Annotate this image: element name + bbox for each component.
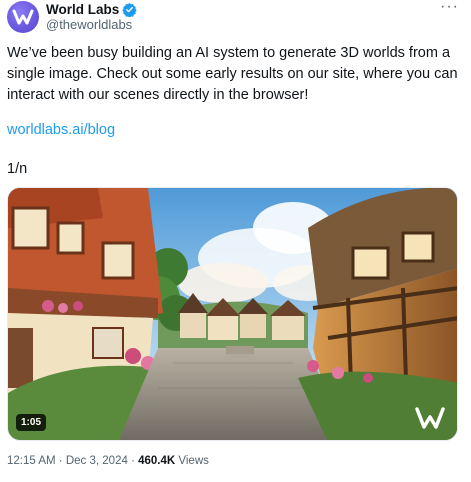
display-name[interactable]: World Labs [46,2,119,17]
world-labs-watermark-icon [415,407,445,429]
handle[interactable]: @theworldlabs [46,17,132,32]
thread-marker: 1/n [7,161,28,177]
views-count: 460.4K [138,455,176,467]
meta-separator: · [58,455,63,467]
tweet-card[interactable]: World Labs @theworldlabs ··· We’ve been … [0,0,471,482]
video-player[interactable]: 1:05 [7,187,458,441]
video-thumbnail [8,188,457,440]
views-label: Views [178,455,209,467]
avatar[interactable] [7,1,39,33]
tweet-date[interactable]: Dec 3, 2024 [66,455,128,467]
tweet-text: We’ve been busy building an AI system to… [7,45,458,103]
tweet-meta: 12:15 AM · Dec 3, 2024 · 460.4K Views [7,455,209,467]
more-options-icon[interactable]: ··· [440,0,459,15]
video-duration: 1:05 [16,414,47,431]
verified-badge-icon [122,2,137,17]
world-labs-logo-icon [12,9,34,25]
meta-separator: · [131,455,135,467]
tweet-time[interactable]: 12:15 AM [7,455,56,467]
tweet-link[interactable]: worldlabs.ai/blog [7,120,115,141]
